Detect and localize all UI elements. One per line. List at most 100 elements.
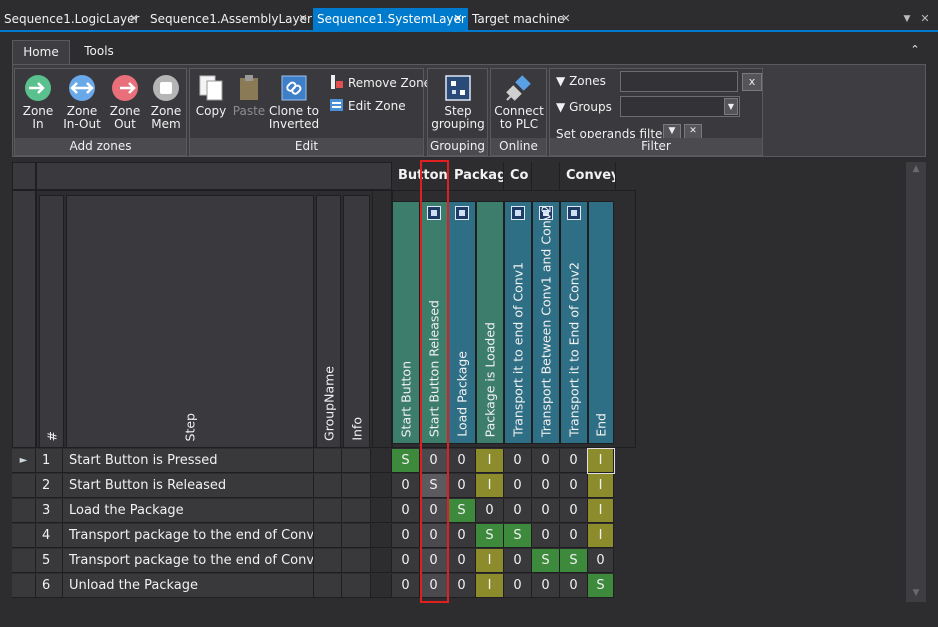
collapse-ribbon-icon[interactable]: ⌃ [906,40,924,60]
row-indicator[interactable] [12,499,36,523]
operand-header-load-package[interactable]: Load Package [448,201,476,444]
operand-cell[interactable]: 0 [504,449,532,473]
clone-to-inverted-button[interactable]: Clone to Inverted [268,73,320,131]
operand-cell[interactable]: 0 [392,524,420,548]
operand-cell[interactable]: 0 [504,474,532,498]
zone-in-out-button[interactable]: Zone In-Out [59,73,105,131]
operand-cell[interactable]: I [476,549,504,573]
operand-cell[interactable]: 0 [532,449,560,473]
operand-cell[interactable]: 0 [420,574,448,598]
info-cell[interactable] [342,524,371,548]
table-row[interactable]: ► 1 Start Button is Pressed S 0 0 I 0 0 0 I [12,448,906,474]
table-row[interactable]: 4 Transport package to the end of Conv1 0 0… [12,524,906,549]
vertical-scrollbar[interactable]: ▲ ▼ [906,162,926,602]
operand-cell[interactable]: I [476,574,504,598]
operand-cell[interactable]: 0 [448,474,476,498]
step-name[interactable]: Start Button is Released [63,474,314,498]
operand-cell[interactable]: S [588,574,614,598]
operand-cell[interactable]: I [588,499,614,523]
operand-cell[interactable]: 0 [588,549,614,573]
tab-list-dropdown-icon[interactable]: ▼ [900,8,914,30]
operand-header-transport-end-conv1[interactable]: Transport it to end of Conv1 [504,201,532,444]
group-header-conv[interactable]: Co [504,162,532,190]
operand-cell[interactable]: S [532,549,560,573]
operand-cell[interactable]: 0 [504,549,532,573]
group-header-empty[interactable] [532,162,560,190]
close-icon[interactable]: ✕ [560,8,572,30]
row-indicator[interactable] [12,574,36,598]
row-indicator[interactable]: ► [12,449,36,473]
operand-header-package-is-loaded[interactable]: Package is Loaded [476,201,504,444]
zone-in-button[interactable]: Zone In [17,73,59,131]
group-name-cell[interactable] [314,574,342,598]
row-indicator[interactable] [12,474,36,498]
group-header-button[interactable]: Button [392,162,448,190]
operand-cell[interactable]: 0 [504,574,532,598]
operand-cell[interactable]: I [588,524,614,548]
info-cell[interactable] [342,449,371,473]
close-document-icon[interactable]: ✕ [918,8,932,30]
group-header-conveyor[interactable]: Convey [560,162,616,190]
group-name-cell[interactable] [314,549,342,573]
paste-button[interactable]: Paste [230,73,268,118]
operand-cell[interactable]: 0 [504,499,532,523]
operand-cell[interactable]: 0 [448,549,476,573]
operand-cell[interactable]: I [476,449,504,473]
zones-filter-input[interactable] [620,71,738,92]
operand-cell[interactable]: 0 [560,574,588,598]
table-row[interactable]: 3 Load the Package 0 0 S 0 0 0 0 I [12,499,906,524]
info-cell[interactable] [342,474,371,498]
group-name-cell[interactable] [314,524,342,548]
operand-header-start-button[interactable]: Start Button [392,201,420,444]
col-header-num[interactable]: # [39,195,64,448]
operand-cell[interactable]: 0 [420,499,448,523]
operand-cell[interactable]: 0 [448,449,476,473]
doc-tab-assembly-layer[interactable]: Sequence1.AssemblyLayer ✕ [146,8,312,30]
operand-cell[interactable]: 0 [532,574,560,598]
table-row[interactable]: 5 Transport package to the end of Conv2 0 0… [12,549,906,574]
remove-zone-button[interactable]: Remove Zone [330,75,431,90]
table-row[interactable]: 2 Start Button is Released 0 S 0 I 0 0 0 I [12,474,906,499]
doc-tab-target-machine[interactable]: Target machine ✕ [468,8,578,30]
operand-cell[interactable]: 0 [420,549,448,573]
step-name[interactable]: Start Button is Pressed [63,449,314,473]
info-cell[interactable] [342,549,371,573]
operand-cell[interactable]: 0 [560,499,588,523]
col-header-step[interactable]: Step [66,195,314,448]
connect-to-plc-button[interactable]: Connect to PLC [493,73,545,131]
operand-cell[interactable]: 0 [532,524,560,548]
groups-filter-select[interactable]: ▼ [620,96,740,117]
operand-cell[interactable]: I [588,474,614,498]
operand-header-transport-between[interactable]: Transport Between Conv1 and Conv2 [532,201,560,444]
operand-header-end[interactable]: End [588,201,614,444]
step-name[interactable]: Transport package to the end of Conv1 [63,524,314,548]
step-name[interactable]: Load the Package [63,499,314,523]
copy-button[interactable]: Copy [193,73,229,118]
scroll-up-icon[interactable]: ▲ [906,164,926,174]
edit-zone-button[interactable]: Edit Zone [330,98,406,113]
col-header-groupname[interactable]: GroupName [316,195,341,448]
close-icon[interactable]: ✕ [128,8,140,30]
operand-cell[interactable]: 0 [560,474,588,498]
operand-cell[interactable]: 0 [448,524,476,548]
step-name[interactable]: Unload the Package [63,574,314,598]
group-name-cell[interactable] [314,499,342,523]
operand-cell[interactable]: S [392,449,420,473]
scroll-down-icon[interactable]: ▼ [906,588,926,598]
ribbon-tab-home[interactable]: Home [12,40,70,64]
close-icon[interactable]: ✕ [452,8,464,30]
ribbon-tab-tools[interactable]: Tools [74,40,124,64]
info-cell[interactable] [342,499,371,523]
operand-cell[interactable]: 0 [476,499,504,523]
operand-cell[interactable]: S [420,474,448,498]
operand-cell[interactable]: S [504,524,532,548]
operand-cell[interactable]: 0 [392,474,420,498]
col-header-info[interactable]: Info [343,195,370,448]
table-row[interactable]: 6 Unload the Package 0 0 0 I 0 0 0 S [12,574,906,599]
operand-cell[interactable]: 0 [560,524,588,548]
zone-out-button[interactable]: Zone Out [105,73,145,131]
operand-cell[interactable]: S [560,549,588,573]
chevron-down-icon[interactable]: ▼ [724,98,738,115]
step-grouping-button[interactable]: Step grouping [430,73,486,131]
row-indicator[interactable] [12,524,36,548]
